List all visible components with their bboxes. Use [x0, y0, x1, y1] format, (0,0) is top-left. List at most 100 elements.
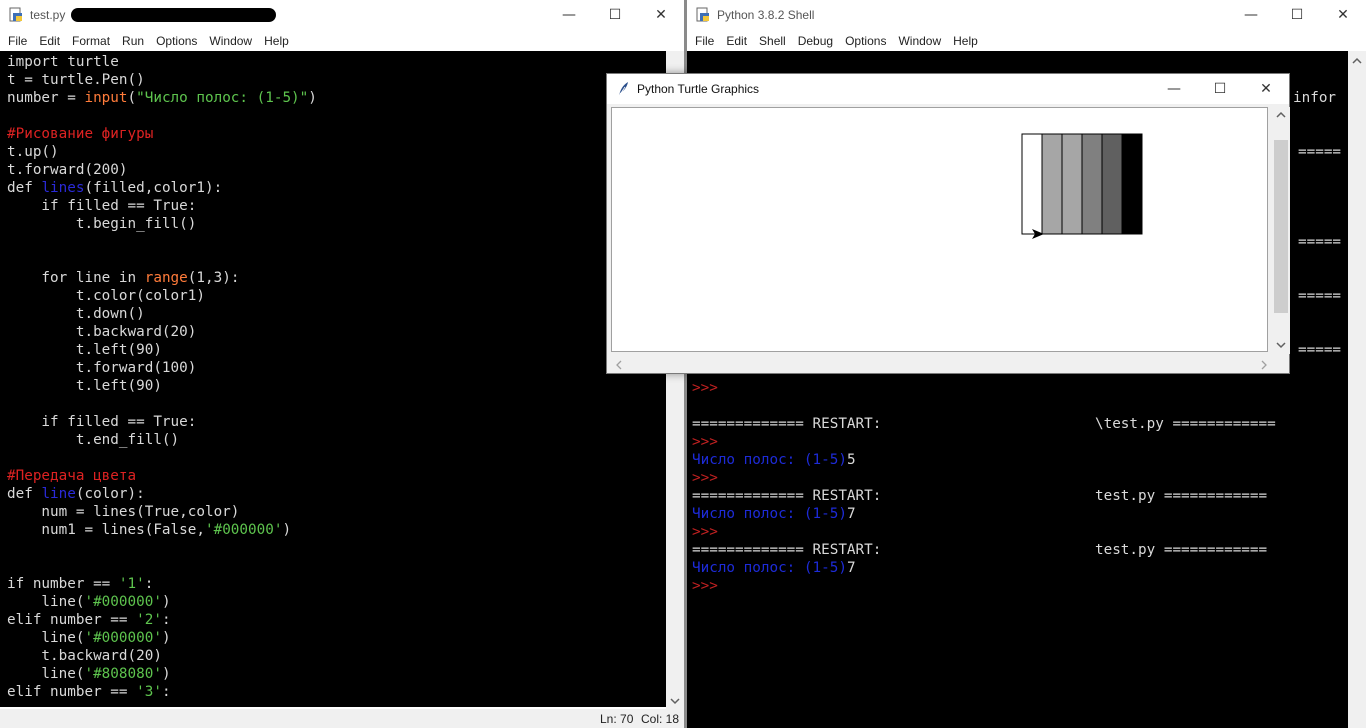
- menu-options[interactable]: Options: [839, 34, 892, 48]
- shell-vertical-scrollbar[interactable]: [1348, 51, 1366, 728]
- code-token: num = lines(True,color): [7, 504, 240, 520]
- shell-token: test.py ============: [1094, 542, 1268, 558]
- menu-edit[interactable]: Edit: [720, 34, 753, 48]
- code-token: t.up(): [7, 144, 59, 160]
- code-editor[interactable]: import turtle t = turtle.Pen() number = in…: [0, 51, 666, 707]
- code-token: line(: [7, 666, 85, 682]
- code-token: t = turtle.Pen(): [7, 72, 145, 88]
- shell-token: 7: [846, 506, 856, 522]
- shell-text[interactable]: >>> ============= RESTART: \test.py =====…: [687, 377, 1276, 595]
- stripe: [1041, 133, 1063, 235]
- code-line: def line(color):: [7, 485, 666, 503]
- code-line: t.backward(20): [7, 647, 666, 665]
- menu-help[interactable]: Help: [258, 34, 295, 48]
- shell-line: Число полос: (1-5)7: [692, 505, 1276, 523]
- code-token: "Число полос: (1-5)": [136, 90, 309, 106]
- code-token: t.left(90): [7, 378, 162, 394]
- code-token: ): [161, 594, 171, 610]
- shell-token: 7: [846, 560, 856, 576]
- menu-help[interactable]: Help: [947, 34, 984, 48]
- close-button[interactable]: ✕: [1243, 74, 1289, 104]
- shell-token: >>>: [692, 380, 718, 396]
- turtle-canvas[interactable]: [611, 107, 1268, 352]
- menu-window[interactable]: Window: [203, 34, 258, 48]
- code-line: line('#000000'): [7, 629, 666, 647]
- code-line: t.down(): [7, 305, 666, 323]
- code-token: '#000000': [84, 594, 162, 610]
- redacted-path: [889, 542, 1095, 558]
- shell-line: >>>: [692, 577, 1276, 595]
- stripe: [1021, 133, 1043, 235]
- maximize-button[interactable]: ☐: [592, 0, 638, 30]
- code-token: import turtle: [7, 54, 119, 70]
- menu-window[interactable]: Window: [892, 34, 947, 48]
- code-token: t.forward(100): [7, 360, 197, 376]
- turtle-titlebar[interactable]: Python Turtle Graphics — ☐ ✕: [607, 74, 1289, 104]
- code-token: t.end_fill(): [7, 432, 180, 448]
- feather-icon: [615, 81, 631, 97]
- menu-options[interactable]: Options: [150, 34, 203, 48]
- code-token: t.down(): [7, 306, 145, 322]
- menu-edit[interactable]: Edit: [33, 34, 66, 48]
- maximize-button[interactable]: ☐: [1197, 74, 1243, 104]
- close-button[interactable]: ✕: [1320, 0, 1366, 30]
- shell-titlebar[interactable]: Python 3.8.2 Shell — ☐ ✕: [687, 0, 1366, 30]
- menu-debug[interactable]: Debug: [792, 34, 839, 48]
- minimize-button[interactable]: —: [1228, 0, 1274, 30]
- code-token: if filled == True:: [7, 414, 197, 430]
- menu-format[interactable]: Format: [66, 34, 116, 48]
- code-token: '#808080': [84, 666, 162, 682]
- code-token: t.left(90): [7, 342, 162, 358]
- shell-token: >>>: [692, 524, 718, 540]
- code-line: t.forward(100): [7, 359, 666, 377]
- menu-file[interactable]: File: [689, 34, 720, 48]
- editor-title: test.py: [30, 8, 66, 22]
- shell-line: >>>: [692, 469, 1276, 487]
- shell-token: \test.py ============: [1094, 416, 1276, 432]
- maximize-button[interactable]: ☐: [1274, 0, 1320, 30]
- code-line: import turtle: [7, 53, 666, 71]
- code-token: '#000000': [84, 630, 162, 646]
- code-token: if number ==: [7, 576, 119, 592]
- python-shell-icon: [695, 7, 711, 23]
- turtle-horizontal-scrollbar[interactable]: [611, 356, 1272, 373]
- code-line: line('#000000'): [7, 593, 666, 611]
- minimize-button[interactable]: —: [1151, 74, 1197, 104]
- shell-line: >>>: [692, 433, 1276, 451]
- code-token: t.backward(20): [7, 324, 197, 340]
- shell-line: ============= RESTART: test.py =========…: [692, 541, 1276, 559]
- code-token: for line in: [7, 270, 145, 286]
- turtle-vertical-scrollbar[interactable]: [1272, 107, 1290, 354]
- menu-shell[interactable]: Shell: [753, 34, 792, 48]
- shell-token: ============= RESTART:: [692, 542, 890, 558]
- code-line: #Передача цвета: [7, 467, 666, 485]
- code-token: def: [7, 486, 42, 502]
- close-button[interactable]: ✕: [638, 0, 684, 30]
- code-token: ): [161, 666, 171, 682]
- code-token: '1': [118, 576, 145, 592]
- code-line: if number == '1':: [7, 575, 666, 593]
- code-token: (1,3):: [187, 270, 240, 286]
- code-token: '3': [136, 684, 162, 700]
- code-token: ): [161, 630, 171, 646]
- editor-window: test.py — ☐ ✕ File Edit Format Run Optio…: [0, 0, 684, 728]
- redacted-path: [889, 488, 1095, 504]
- python-file-icon: [8, 7, 24, 23]
- editor-titlebar[interactable]: test.py — ☐ ✕: [0, 0, 684, 30]
- code-token: t.backward(20): [7, 648, 162, 664]
- menu-file[interactable]: File: [2, 34, 33, 48]
- menu-run[interactable]: Run: [116, 34, 150, 48]
- minimize-button[interactable]: —: [546, 0, 592, 30]
- code-line: num1 = lines(False,'#000000'): [7, 521, 666, 539]
- turtle-window: Python Turtle Graphics — ☐ ✕: [606, 73, 1290, 374]
- code-token: lines: [41, 180, 85, 196]
- code-line: t.backward(20): [7, 323, 666, 341]
- code-text[interactable]: import turtle t = turtle.Pen() number = in…: [0, 51, 666, 701]
- shell-token: test.py ============: [1094, 488, 1268, 504]
